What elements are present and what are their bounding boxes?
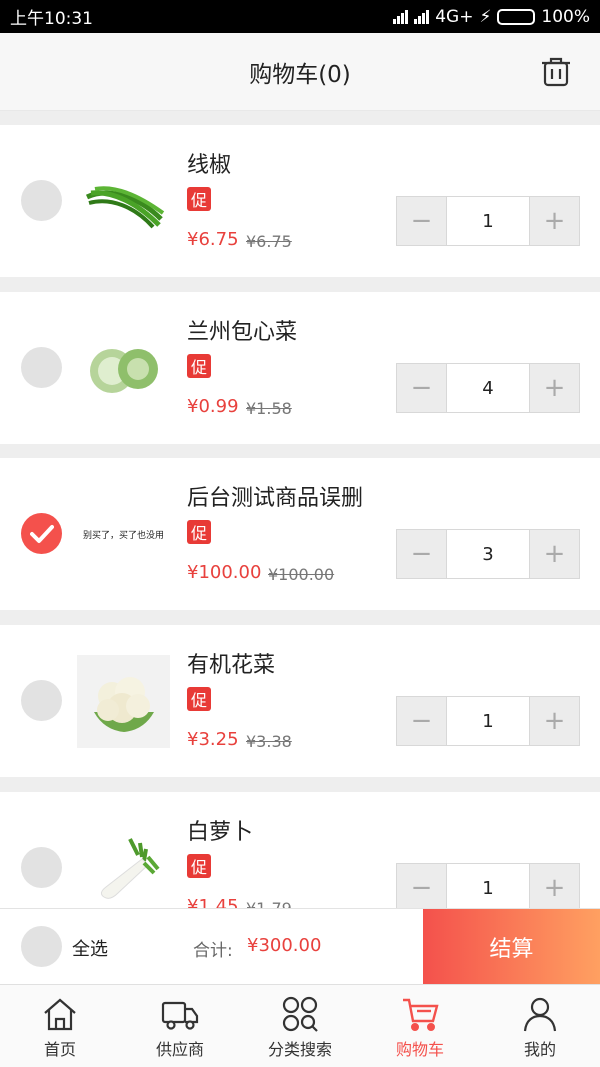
tab-label: 购物车 [395, 1040, 444, 1059]
product-image[interactable]: 别买了，买了也没用 [77, 488, 170, 581]
total-amount: ¥300.00 [247, 935, 322, 956]
tab-profile[interactable]: 我的 [480, 985, 600, 1067]
quantity-value[interactable]: 1 [446, 864, 530, 908]
trash-icon[interactable] [538, 53, 574, 89]
tab-suppliers[interactable]: 供应商 [120, 985, 240, 1067]
product-name[interactable]: 兰州包心菜 [187, 314, 297, 346]
quantity-value[interactable]: 3 [446, 530, 530, 578]
decrease-button[interactable]: − [397, 864, 446, 908]
total-label: 合计: [193, 941, 233, 961]
tab-label: 我的 [523, 1040, 556, 1059]
original-price: ¥6.75 [246, 232, 292, 251]
product-image[interactable] [77, 155, 170, 248]
quantity-stepper: − 1 + [396, 863, 580, 908]
cart-icon [403, 998, 439, 1032]
signal-icon [414, 9, 430, 24]
product-name[interactable]: 白萝卜 [187, 814, 253, 846]
quantity-stepper: − 1 + [396, 696, 580, 746]
tab-label: 分类搜索 [267, 1040, 332, 1059]
decrease-button[interactable]: − [397, 364, 446, 412]
original-price: ¥1.58 [246, 399, 292, 418]
product-image[interactable] [77, 322, 170, 415]
cart-item: 别买了，买了也没用 后台测试商品误删 促 ¥100.00 ¥100.00 − 3… [0, 458, 600, 610]
tab-category-search[interactable]: 分类搜索 [240, 985, 360, 1067]
bottom-tab-bar: 首页 供应商 分类搜索 购物车 我的 [0, 984, 600, 1067]
quantity-stepper: − 3 + [396, 529, 580, 579]
home-icon [44, 998, 76, 1031]
product-image[interactable] [77, 655, 170, 748]
status-bar: 上午10:31 4G+ ⚡ 100% [0, 0, 600, 33]
select-all-label[interactable]: 全选 [72, 935, 108, 961]
product-price: ¥0.99 [187, 396, 239, 417]
decrease-button[interactable]: − [397, 530, 446, 578]
promo-badge: 促 [187, 520, 211, 544]
original-price: ¥3.38 [246, 732, 292, 751]
promo-badge: 促 [187, 187, 211, 211]
item-checkbox[interactable] [21, 680, 62, 721]
tab-label: 供应商 [155, 1040, 204, 1059]
cart-item: 兰州包心菜 促 ¥0.99 ¥1.58 − 4 + [0, 292, 600, 444]
page-title: 购物车(0) [249, 61, 351, 88]
item-checkbox[interactable] [21, 513, 62, 554]
item-checkbox[interactable] [21, 347, 62, 388]
increase-button[interactable]: + [530, 697, 579, 745]
increase-button[interactable]: + [530, 864, 579, 908]
product-price: ¥6.75 [187, 229, 239, 250]
increase-button[interactable]: + [530, 197, 579, 245]
status-time: 上午10:31 [10, 9, 93, 29]
truck-icon [161, 1001, 199, 1030]
promo-badge: 促 [187, 354, 211, 378]
increase-button[interactable]: + [530, 364, 579, 412]
original-price: ¥100.00 [268, 565, 335, 584]
check-icon [30, 525, 54, 543]
quantity-value[interactable]: 1 [446, 697, 530, 745]
battery-level: 100% [541, 6, 590, 27]
category-search-icon [282, 996, 318, 1032]
decrease-button[interactable]: − [397, 197, 446, 245]
quantity-stepper: − 1 + [396, 196, 580, 246]
quantity-stepper: − 4 + [396, 363, 580, 413]
cart-list[interactable]: 线椒 促 ¥6.75 ¥6.75 − 1 + 兰州包心菜 促 ¥0.99 ¥1.… [0, 111, 600, 908]
product-price: ¥1.45 [187, 896, 239, 908]
select-all-checkbox[interactable] [21, 926, 62, 967]
quantity-value[interactable]: 1 [446, 197, 530, 245]
cart-item: 白萝卜 促 ¥1.45 ¥1.79 − 1 + [0, 792, 600, 908]
navigation-bar: 购物车(0) [0, 33, 600, 111]
product-name[interactable]: 线椒 [187, 147, 231, 179]
decrease-button[interactable]: − [397, 697, 446, 745]
battery-icon [497, 8, 536, 25]
quantity-value[interactable]: 4 [446, 364, 530, 412]
charging-icon: ⚡ [479, 6, 492, 27]
item-checkbox[interactable] [21, 847, 62, 888]
tab-label: 首页 [43, 1040, 76, 1059]
promo-badge: 促 [187, 687, 211, 711]
tab-home[interactable]: 首页 [0, 985, 120, 1067]
product-name[interactable]: 后台测试商品误删 [187, 480, 363, 512]
signal-icon [393, 9, 409, 24]
cart-item: 有机花菜 促 ¥3.25 ¥3.38 − 1 + [0, 625, 600, 777]
original-price: ¥1.79 [246, 899, 292, 908]
cart-item: 线椒 促 ¥6.75 ¥6.75 − 1 + [0, 125, 600, 277]
product-image[interactable] [77, 822, 170, 908]
product-price: ¥3.25 [187, 729, 239, 750]
product-price: ¥100.00 [187, 562, 262, 583]
tab-cart[interactable]: 购物车 [360, 985, 480, 1067]
product-image-text: 别买了，买了也没用 [82, 531, 164, 541]
checkout-button[interactable]: 结算 [423, 909, 600, 985]
network-type: 4G+ [435, 6, 474, 27]
promo-badge: 促 [187, 854, 211, 878]
product-name[interactable]: 有机花菜 [187, 647, 275, 679]
increase-button[interactable]: + [530, 530, 579, 578]
checkout-bar: 全选 合计: ¥300.00 结算 [0, 908, 600, 985]
item-checkbox[interactable] [21, 180, 62, 221]
user-icon [523, 997, 557, 1032]
